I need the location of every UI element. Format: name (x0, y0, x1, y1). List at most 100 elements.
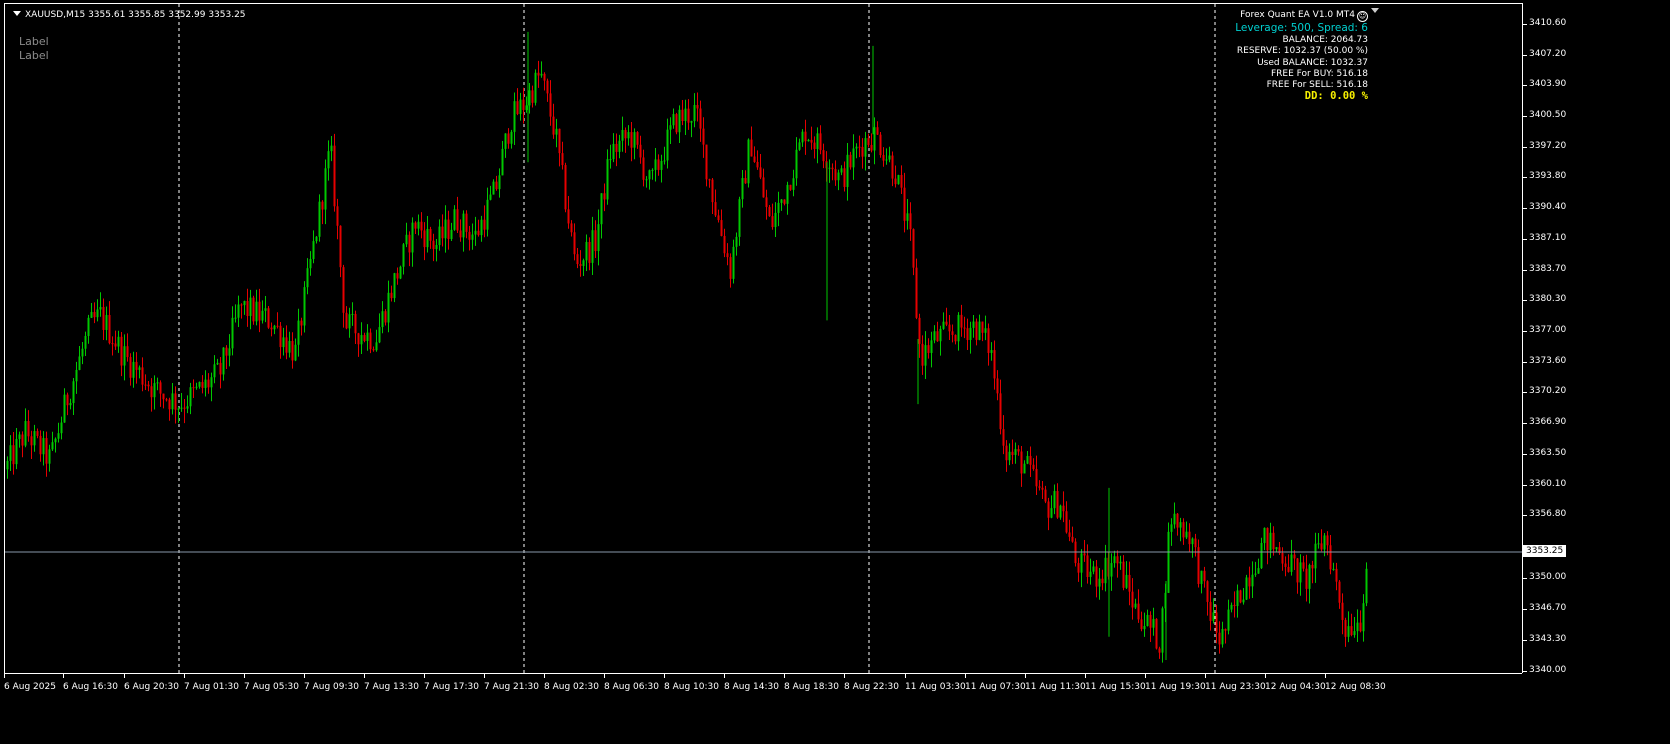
price-axis[interactable]: 3410.60 3407.20 3403.90 3400.50 3397.20 3393.… (1522, 3, 1670, 675)
candle (1305, 554, 1308, 602)
candle (117, 330, 120, 353)
candle (705, 144, 708, 187)
candle (630, 122, 633, 162)
candle (672, 108, 675, 129)
candle (336, 198, 339, 240)
candle (1128, 561, 1131, 606)
candle (1206, 580, 1209, 616)
candle (1257, 558, 1260, 574)
triangle-down-icon[interactable] (13, 11, 21, 16)
time-tick-label: 11 Aug 19:30 (1145, 674, 1206, 692)
candle (303, 281, 306, 333)
candle (123, 334, 126, 381)
candle (282, 327, 285, 356)
candle (546, 78, 549, 102)
candle (1230, 602, 1233, 613)
time-tick-label: 11 Aug 23:30 (1205, 674, 1266, 692)
label-object[interactable]: Label (19, 49, 49, 62)
candle (450, 222, 453, 241)
candle (771, 203, 774, 230)
candle (897, 174, 900, 185)
candle (84, 331, 87, 357)
candle (777, 191, 780, 227)
candle (1149, 611, 1152, 642)
candle (948, 315, 951, 341)
candle (738, 196, 741, 246)
time-tick-label: 12 Aug 04:30 (1265, 674, 1326, 692)
price-tick-label: 3356.80 (1522, 509, 1567, 519)
candle (603, 183, 606, 212)
candle (1296, 557, 1299, 594)
candle (729, 253, 732, 288)
candle (30, 430, 33, 460)
ea-title-text: Forex Quant EA V1.0 MT4 (1240, 10, 1355, 20)
candle (693, 93, 696, 128)
candle (780, 198, 783, 211)
plot-area[interactable]: XAUUSD,M15 3355.61 3355.85 3352.99 3353.… (4, 3, 1523, 674)
candle (261, 300, 264, 324)
candle (558, 128, 561, 167)
candle (684, 99, 687, 136)
candle (285, 325, 288, 360)
candle (831, 163, 834, 181)
candle (273, 324, 276, 335)
candle (714, 189, 717, 218)
candle (702, 117, 705, 158)
candle (147, 381, 150, 392)
candle (204, 370, 207, 397)
candle (1263, 527, 1266, 551)
candle (207, 373, 210, 394)
label-object[interactable]: Label (19, 35, 49, 48)
candle (474, 216, 477, 246)
candle (1155, 618, 1158, 650)
candle (744, 170, 747, 184)
symbol-info-text: XAUUSD,M15 3355.61 3355.85 3352.99 3353.… (25, 10, 246, 20)
candle (882, 147, 885, 167)
candle (696, 92, 699, 122)
candle (828, 159, 831, 183)
candle (858, 135, 861, 158)
chart-shift-marker-icon[interactable] (1371, 8, 1379, 13)
time-tick-label: 11 Aug 11:30 (1025, 674, 1086, 692)
candle (114, 330, 117, 351)
candle (1044, 485, 1047, 504)
candle (978, 314, 981, 341)
chart-window[interactable]: XAUUSD,M15 3355.61 3355.85 3352.99 3353.… (0, 0, 1670, 743)
candle (1281, 547, 1284, 571)
candle (87, 314, 90, 344)
candle (570, 220, 573, 237)
candle (228, 334, 231, 367)
price-tick-label: 3346.70 (1522, 603, 1567, 613)
ea-reserve: RESERVE: 1032.37 (50.00 %) (1236, 46, 1368, 57)
price-tick-label: 3340.00 (1522, 665, 1567, 675)
ea-leverage-spread: Leverage: 500, Spread: 6 (1235, 22, 1368, 34)
candle (327, 140, 330, 181)
candle (1101, 569, 1104, 591)
candle (354, 310, 357, 345)
price-tick-label: 3403.90 (1522, 79, 1567, 89)
candle (297, 308, 300, 357)
time-axis[interactable]: 6 Aug 2025 6 Aug 16:30 6 Aug 20:30 7 Aug 01… (4, 673, 1522, 744)
candle (492, 179, 495, 195)
candle (753, 146, 756, 163)
candle (987, 323, 990, 366)
candle (1137, 589, 1140, 623)
candle (597, 209, 600, 266)
candle (231, 306, 234, 356)
candle (651, 168, 654, 180)
candle (360, 322, 363, 354)
candle (291, 332, 294, 369)
candle (1275, 547, 1278, 552)
candle (171, 382, 174, 415)
candle (627, 125, 630, 146)
candle (1188, 523, 1191, 553)
candle (342, 264, 345, 328)
candle (870, 133, 873, 153)
candle (1329, 534, 1332, 575)
candle (1002, 415, 1005, 455)
candle (981, 321, 984, 342)
candle (798, 138, 801, 151)
candle (654, 148, 657, 182)
time-tick-label: 7 Aug 21:30 (484, 674, 539, 692)
candle (534, 69, 537, 106)
